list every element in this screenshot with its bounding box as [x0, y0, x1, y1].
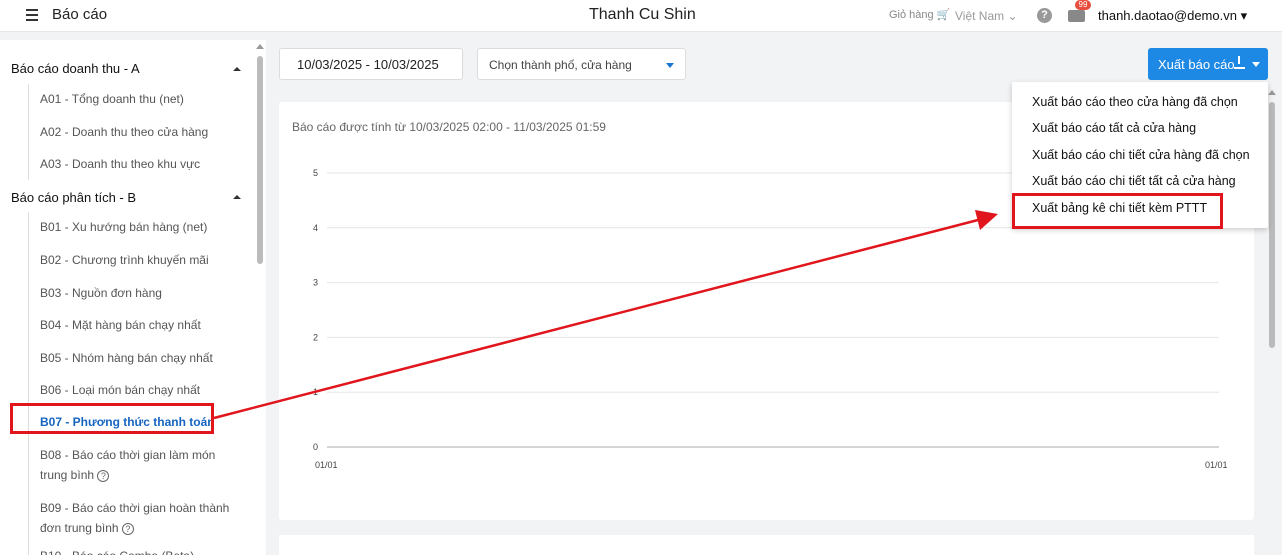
y-tick-label: 3	[313, 278, 318, 288]
export-option-all-stores[interactable]: Xuất báo cáo tất cả cửa hàng	[1032, 121, 1196, 135]
sidebar-item-b08-label: B08 - Báo cáo thời gian làm món trung bì…	[40, 448, 216, 482]
sidebar-item-b02[interactable]: B02 - Chương trình khuyến mãi	[40, 250, 235, 270]
mail-badge: 99	[1075, 0, 1091, 10]
caret-down-icon	[666, 63, 674, 68]
sidebar-item-b01[interactable]: B01 - Xu hướng bán hàng (net)	[40, 217, 235, 237]
user-menu[interactable]: thanh.daotao@demo.vn ▾	[1098, 8, 1247, 24]
y-tick-label: 1	[313, 387, 318, 397]
scrollbar-thumb[interactable]	[1269, 102, 1275, 348]
cart-label: Giỏ hàng	[889, 9, 934, 21]
city-store-placeholder: Chọn thành phố, cửa hàng	[489, 58, 632, 72]
sidebar-item-b04[interactable]: B04 - Mặt hàng bán chạy nhất	[40, 315, 235, 335]
secondary-card	[279, 535, 1254, 555]
mail-icon[interactable]	[1068, 10, 1085, 22]
question-circle-icon[interactable]: ?	[97, 469, 110, 482]
sidebar-item-b05[interactable]: B05 - Nhóm hàng bán chạy nhất	[40, 348, 235, 368]
sidebar-item-b03[interactable]: B03 - Nguồn đơn hàng	[40, 283, 235, 303]
tree-line	[28, 84, 29, 180]
scroll-up-icon[interactable]	[1268, 90, 1276, 95]
y-tick-label: 0	[313, 442, 318, 452]
sidebar-scrollbar[interactable]	[256, 42, 264, 555]
sidebar-group-revenue[interactable]: Báo cáo doanh thu - A	[11, 61, 140, 76]
sidebar-item-b09[interactable]: B09 - Báo cáo thời gian hoàn thành đơn t…	[40, 498, 235, 538]
city-store-select[interactable]: Chọn thành phố, cửa hàng	[477, 48, 686, 80]
highlight-box-export-option	[1012, 193, 1223, 229]
hamburger-menu-icon[interactable]	[26, 9, 38, 21]
sidebar-group-analysis[interactable]: Báo cáo phân tích - B	[11, 190, 136, 205]
caret-down-icon	[1252, 62, 1260, 67]
main-scrollbar[interactable]	[1268, 88, 1276, 555]
question-circle-icon[interactable]: ?	[1037, 8, 1052, 23]
export-option-selected-stores[interactable]: Xuất báo cáo theo cửa hàng đã chọn	[1032, 95, 1238, 109]
caret-down-icon: ▾	[1240, 8, 1248, 23]
export-button-label: Xuất báo cáo	[1158, 57, 1235, 72]
sidebar-item-a03[interactable]: A03 - Doanh thu theo khu vực	[40, 154, 235, 174]
language-selector[interactable]: Việt Nam ⌄	[955, 9, 1018, 23]
top-bar: Báo cáo Thanh Cu Shin Giỏ hàng 🛒 Việt Na…	[0, 0, 1282, 32]
user-email: thanh.daotao@demo.vn	[1098, 8, 1237, 23]
sidebar-item-b06[interactable]: B06 - Loại món bán chạy nhất	[40, 380, 235, 400]
x-tick-label: 01/01	[1205, 460, 1228, 470]
export-option-detail-selected[interactable]: Xuất báo cáo chi tiết cửa hàng đã chọn	[1032, 148, 1250, 162]
export-report-button[interactable]: Xuất báo cáo	[1148, 48, 1268, 80]
question-circle-icon[interactable]: ?	[121, 522, 134, 535]
shop-name: Thanh Cu Shin	[589, 6, 696, 23]
sidebar-item-b09-label: B09 - Báo cáo thời gian hoàn thành đơn t…	[40, 501, 230, 535]
chevron-down-icon: ⌄	[1007, 9, 1018, 23]
collapse-caret-icon[interactable]	[233, 67, 241, 71]
highlight-box-b07	[10, 403, 214, 434]
page-section-title: Báo cáo	[52, 6, 108, 23]
sidebar-item-a01[interactable]: A01 - Tổng doanh thu (net)	[40, 89, 235, 109]
y-tick-label: 5	[313, 168, 318, 178]
y-tick-label: 4	[313, 223, 318, 233]
sidebar-item-a02[interactable]: A02 - Doanh thu theo cửa hàng	[40, 122, 235, 142]
scrollbar-thumb[interactable]	[257, 56, 263, 264]
date-range-picker[interactable]: 10/03/2025 - 10/03/2025	[279, 48, 463, 80]
export-option-detail-all[interactable]: Xuất báo cáo chi tiết tất cả cửa hàng	[1032, 174, 1236, 188]
cart-link[interactable]: Giỏ hàng 🛒	[889, 8, 950, 21]
x-tick-label: 01/01	[315, 460, 338, 470]
report-sidebar: Báo cáo doanh thu - A A01 - Tổng doanh t…	[0, 40, 266, 555]
sidebar-item-b08[interactable]: B08 - Báo cáo thời gian làm món trung bì…	[40, 445, 235, 485]
cart-icon: 🛒	[936, 9, 951, 21]
language-label: Việt Nam	[955, 9, 1005, 23]
scroll-up-icon[interactable]	[256, 44, 264, 49]
report-caption: Báo cáo được tính từ 10/03/2025 02:00 - …	[292, 120, 606, 134]
tree-line	[28, 212, 29, 555]
sidebar-item-b10[interactable]: B10 - Báo cáo Combo (Beta)	[40, 546, 235, 555]
y-tick-label: 2	[313, 332, 318, 342]
collapse-caret-icon[interactable]	[233, 195, 241, 199]
download-icon	[1234, 56, 1245, 69]
